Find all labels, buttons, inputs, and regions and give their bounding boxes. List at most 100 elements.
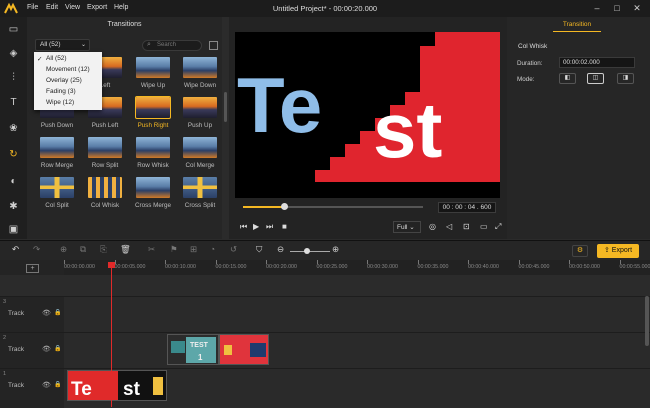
close-icon[interactable]: ✕ — [628, 2, 646, 15]
left-toolbar: ▭ ◈ ⫶ T ❀ ↻ ◐ ✱ ▣ — [0, 17, 27, 239]
elements-icon[interactable]: ✱ — [5, 199, 22, 214]
ruler-tick-mark — [468, 260, 469, 264]
paste-icon[interactable]: ⎘ — [100, 244, 107, 255]
mode-left-icon[interactable]: ◧ — [559, 73, 576, 84]
undo-icon[interactable]: ↶ — [12, 244, 19, 255]
clip-number: 1 — [198, 353, 203, 362]
ruler-tick-label: 00:00:50.000 — [569, 264, 600, 270]
speed-icon[interactable]: ◔ — [210, 244, 215, 254]
timeline-clip[interactable]: TEST 1 — [167, 334, 219, 365]
transition-item[interactable]: Wipe Up — [129, 57, 177, 93]
transition-item[interactable]: Push Up — [176, 97, 224, 133]
minimize-icon[interactable]: – — [588, 2, 606, 15]
transition-item[interactable]: Cross Merge — [129, 177, 177, 213]
track-header: 3 Track 👁 🔒 — [0, 297, 64, 332]
crop-tool-icon[interactable]: ⊞ — [190, 244, 197, 255]
eye-icon[interactable]: 👁 — [42, 345, 51, 353]
eye-icon[interactable]: 👁 — [42, 309, 51, 317]
duration-field[interactable]: 00:00:02.000 — [559, 57, 635, 68]
ruler-tick-label: 00:00:35.000 — [418, 264, 449, 270]
transition-name: Col Whisk — [518, 43, 547, 50]
marker-icon[interactable]: ⚑ — [170, 244, 178, 255]
delete-icon[interactable]: 🗑 — [120, 244, 131, 255]
mode-center-icon[interactable]: ◫ — [587, 73, 604, 84]
chevron-down-icon: ⌄ — [409, 224, 414, 231]
category-filter[interactable]: All (52) ⌄ — [35, 39, 90, 51]
time-ruler[interactable]: 00:00:00.00000:00:05.00000:00:10.00000:0… — [64, 260, 650, 275]
transition-item[interactable]: Col Whisk — [81, 177, 129, 213]
zoom-slider[interactable] — [290, 251, 330, 252]
dropdown-option[interactable]: Fading (3) — [34, 87, 102, 98]
transition-item[interactable]: Wipe Down — [176, 57, 224, 93]
filters-icon[interactable]: ◐ — [5, 174, 22, 189]
split-icon[interactable]: ✂ — [148, 244, 155, 255]
effects-icon[interactable]: ❀ — [5, 121, 22, 136]
clip-text: Te — [71, 379, 92, 400]
zoom-handle[interactable] — [304, 248, 310, 254]
search-input[interactable]: ⌕ Search — [142, 40, 202, 51]
timeline-clip[interactable] — [219, 334, 269, 365]
tab-transition[interactable]: Transition — [553, 21, 601, 32]
transition-item[interactable]: Col Split — [33, 177, 81, 213]
timeline-toolbar: ↶ ↷ ⊕ ⧉ ⎘ 🗑 ✂ ⚑ ⊞ ◔ ↺ ⛉ ⊖ ⊕ ⚙ ⇪ Export — [0, 240, 650, 260]
lock-icon[interactable]: 🔒 — [54, 345, 61, 352]
prev-frame-icon[interactable]: ⏮ — [240, 222, 247, 232]
transition-thumbnail — [136, 177, 170, 198]
export-button[interactable]: ⇪ Export — [597, 244, 639, 258]
transition-thumbnail — [183, 177, 217, 198]
zoom-out-icon[interactable]: ⊖ — [277, 244, 284, 255]
crop-icon[interactable]: ⊡ — [463, 222, 470, 231]
transition-label: Push Right — [129, 122, 177, 129]
grid-view-icon[interactable] — [209, 41, 218, 50]
transitions-icon[interactable]: ↻ — [5, 147, 22, 162]
ruler-tick-mark — [620, 260, 621, 264]
dropdown-option[interactable]: All (52) — [34, 54, 102, 65]
transition-item[interactable]: Cross Split — [176, 177, 224, 213]
settings-icon[interactable]: ⚙ — [572, 245, 588, 257]
layers-icon[interactable]: ◈ — [5, 46, 22, 61]
lock-icon[interactable]: 🔒 — [54, 309, 61, 316]
eye-icon[interactable]: 👁 — [42, 381, 51, 389]
playhead[interactable] — [111, 262, 112, 407]
rotate-icon[interactable]: ↺ — [230, 244, 237, 255]
maximize-icon[interactable]: □ — [608, 2, 626, 15]
timeline-clip[interactable]: Te st — [67, 370, 167, 401]
audio-icon[interactable]: ⫶ — [5, 70, 22, 85]
ruler-tick-mark — [64, 260, 65, 264]
media-icon[interactable]: ▭ — [5, 22, 22, 37]
snapshot-icon[interactable]: ◎ — [429, 222, 436, 231]
dropdown-option[interactable]: Overlay (25) — [34, 76, 102, 87]
transition-item[interactable]: Row Split — [81, 137, 129, 173]
transition-label: Push Down — [33, 122, 81, 129]
lock-icon[interactable]: 🔒 — [54, 381, 61, 388]
add-icon[interactable]: ⊕ — [60, 244, 67, 255]
transition-label: Col Split — [33, 202, 81, 209]
clip-thumbnail: Te st — [68, 371, 167, 401]
redo-icon[interactable]: ↷ — [33, 244, 40, 255]
zoom-in-icon[interactable]: ⊕ — [332, 244, 339, 255]
transition-item[interactable]: Push Right — [129, 97, 177, 133]
transition-label: Row Merge — [33, 162, 81, 169]
ruler-tick-label: 00:00:10.000 — [165, 264, 196, 270]
dropdown-option[interactable]: Wipe (12) — [34, 98, 102, 109]
copy-icon[interactable]: ⧉ — [80, 244, 86, 255]
volume-icon[interactable]: ◁ — [446, 222, 452, 231]
transition-item[interactable]: Row Merge — [33, 137, 81, 173]
timeline-scrollbar[interactable] — [645, 296, 649, 346]
dropdown-option[interactable]: Movement (12) — [34, 65, 102, 76]
screen-icon[interactable]: ▭ — [480, 222, 488, 231]
mode-right-icon[interactable]: ◨ — [617, 73, 634, 84]
overlay-icon[interactable]: ▣ — [5, 222, 22, 237]
next-frame-icon[interactable]: ⏭ — [266, 222, 273, 232]
stop-icon[interactable]: ■ — [282, 222, 287, 231]
zoom-select[interactable]: Full ⌄ — [393, 221, 421, 233]
add-track-button[interactable]: + — [26, 264, 39, 273]
play-icon[interactable]: ▶ — [253, 222, 259, 231]
mode-label: Mode: — [517, 76, 535, 83]
scrollbar[interactable] — [224, 92, 227, 122]
shield-icon[interactable]: ⛉ — [256, 244, 262, 255]
text-icon[interactable]: T — [5, 95, 22, 110]
transition-item[interactable]: Col Merge — [176, 137, 224, 173]
transition-item[interactable]: Row Whisk — [129, 137, 177, 173]
fullscreen-icon[interactable]: ⤢ — [495, 222, 501, 232]
